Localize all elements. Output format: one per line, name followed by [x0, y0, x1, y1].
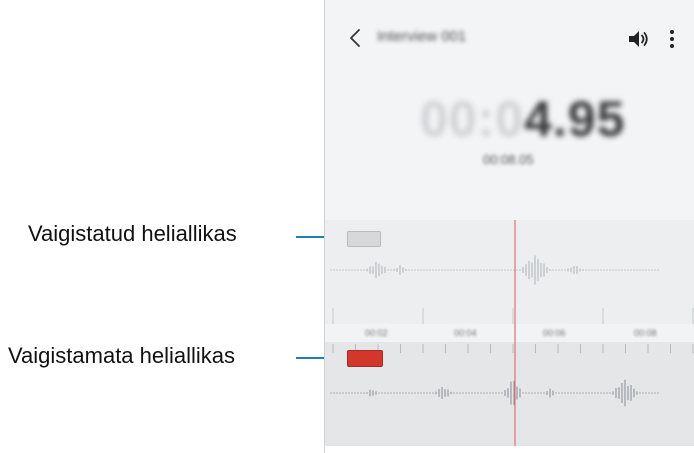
back-arrow-icon[interactable] — [344, 26, 368, 50]
bottom-edge — [325, 446, 694, 453]
waveform-panel[interactable]: 00:02 00:04 00:06 00:08 — [325, 220, 694, 446]
callout-unmuted-track: Vaigistamata heliallikas — [8, 343, 236, 368]
app-bar: Interview 001 — [325, 18, 694, 62]
timeline-ticks — [332, 308, 694, 353]
muted-track-badge[interactable] — [347, 231, 381, 247]
phone-screen: Interview 001 00:04.95 00:08.05 00:02 00… — [324, 0, 694, 453]
elapsed-time-display: 00:04.95 — [420, 90, 625, 148]
elapsed-time-dim: 00:0 — [420, 91, 525, 147]
unmuted-track-waveform — [330, 379, 659, 407]
callout-muted-track: Vaigistatud heliallikas — [28, 221, 237, 246]
muted-track-waveform — [330, 255, 659, 285]
more-options-icon[interactable] — [666, 27, 678, 51]
unmuted-track-badge[interactable] — [347, 350, 383, 367]
volume-icon[interactable] — [627, 28, 651, 50]
elapsed-time-bright: 4.95 — [524, 91, 626, 147]
waveform-graphic — [330, 220, 694, 446]
total-duration: 00:08.05 — [483, 152, 534, 167]
recording-title: Interview 001 — [377, 28, 467, 45]
page: Vaigistatud heliallikas Vaigistamata hel… — [0, 0, 694, 453]
